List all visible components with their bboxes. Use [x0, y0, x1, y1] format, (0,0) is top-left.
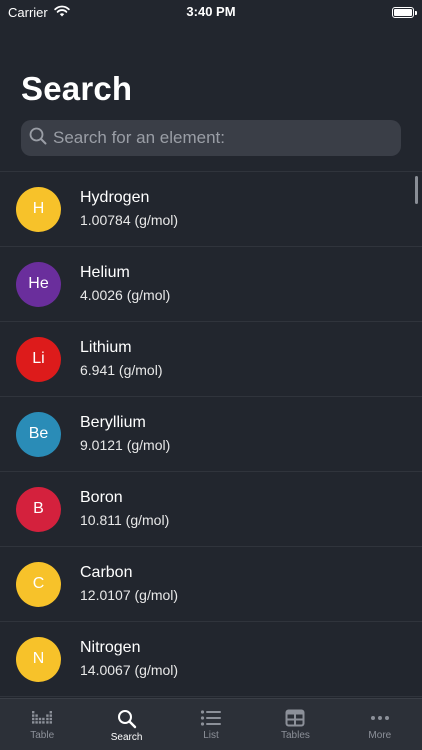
- more-icon: [369, 709, 391, 727]
- element-row[interactable]: H Hydrogen 1.00784 (g/mol): [0, 172, 422, 247]
- element-name: Hydrogen: [80, 189, 150, 206]
- element-mass: 12.0107 (g/mol): [80, 587, 179, 603]
- tab-more-label: More: [368, 730, 392, 741]
- grid-icon: [285, 709, 305, 727]
- scroll-indicator: [415, 176, 418, 204]
- element-row[interactable]: Be Beryllium 9.0121 (g/mol): [0, 397, 422, 472]
- element-text: Helium 4.0026 (g/mol): [80, 263, 170, 305]
- tab-search[interactable]: Search: [84, 699, 168, 750]
- tab-more[interactable]: More: [338, 699, 422, 750]
- element-text: Hydrogen 1.00784 (g/mol): [80, 188, 178, 230]
- element-text: Nitrogen 14.0067 (g/mol): [80, 638, 178, 680]
- element-name: Nitrogen: [80, 639, 141, 656]
- search-bar[interactable]: [21, 120, 401, 156]
- battery-icon: [392, 6, 417, 18]
- tab-table[interactable]: Table: [0, 699, 84, 750]
- table-icon: [31, 709, 53, 727]
- element-symbol-badge: Be: [16, 411, 61, 457]
- element-symbol-badge: B: [16, 486, 61, 532]
- list-icon: [200, 709, 222, 727]
- search-input[interactable]: [53, 123, 383, 153]
- element-list[interactable]: H Hydrogen 1.00784 (g/mol) He Helium 4.0026 (…: [0, 171, 422, 699]
- element-symbol-badge: C: [16, 561, 61, 607]
- element-row[interactable]: Li Lithium 6.941 (g/mol): [0, 322, 422, 397]
- tab-tables[interactable]: Tables: [253, 699, 337, 750]
- element-name: Helium: [80, 264, 130, 281]
- tab-tables-label: Tables: [280, 730, 310, 741]
- element-text: Lithium 6.941 (g/mol): [80, 338, 162, 380]
- element-name: Boron: [80, 489, 123, 506]
- search-icon: [117, 709, 137, 729]
- tab-list-label: List: [203, 730, 219, 741]
- element-mass: 6.941 (g/mol): [80, 362, 163, 378]
- search-icon: [29, 127, 47, 150]
- element-text: Beryllium 9.0121 (g/mol): [80, 413, 170, 455]
- element-mass: 9.0121 (g/mol): [80, 437, 171, 453]
- page-title: Search: [21, 70, 133, 107]
- element-mass: 4.0026 (g/mol): [80, 287, 171, 303]
- tab-table-label: Table: [30, 730, 55, 741]
- element-mass: 1.00784 (g/mol): [80, 212, 179, 228]
- element-name: Carbon: [80, 564, 133, 581]
- element-row[interactable]: N Nitrogen 14.0067 (g/mol): [0, 622, 422, 697]
- element-row[interactable]: C Carbon 12.0107 (g/mol): [0, 547, 422, 622]
- status-time: 3:40 PM: [186, 4, 236, 19]
- element-symbol-badge: Li: [16, 336, 61, 382]
- tab-list[interactable]: List: [169, 699, 253, 750]
- element-text: Boron 10.811 (g/mol): [80, 488, 169, 530]
- element-row[interactable]: B Boron 10.811 (g/mol): [0, 472, 422, 547]
- status-bar: Carrier 3:40 PM: [0, 0, 422, 24]
- tab-bar: Table Search List Tables More: [0, 698, 422, 750]
- element-mass: 14.0067 (g/mol): [80, 662, 179, 678]
- tab-search-label: Search: [110, 732, 143, 743]
- element-mass: 10.811 (g/mol): [80, 512, 170, 528]
- element-symbol-badge: He: [16, 261, 61, 307]
- element-name: Beryllium: [80, 414, 146, 431]
- element-row[interactable]: He Helium 4.0026 (g/mol): [0, 247, 422, 322]
- element-text: Carbon 12.0107 (g/mol): [80, 563, 178, 605]
- element-symbol-badge: N: [16, 636, 61, 682]
- element-symbol-badge: H: [16, 186, 61, 232]
- element-name: Lithium: [80, 339, 132, 356]
